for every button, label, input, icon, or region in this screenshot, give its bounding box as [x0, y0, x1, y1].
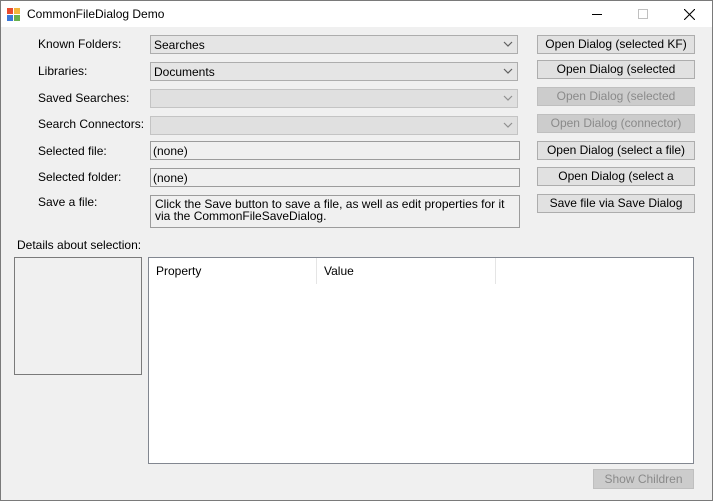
main-window: CommonFileDialog Demo Known Folders: Sea…: [0, 0, 713, 501]
minimize-icon: [592, 14, 602, 15]
close-button[interactable]: [666, 1, 712, 27]
libraries-combo[interactable]: Documents: [150, 62, 518, 81]
minimize-button[interactable]: [574, 1, 620, 27]
close-icon: [683, 8, 695, 20]
saved-searches-combo[interactable]: [150, 89, 518, 108]
search-connectors-label: Search Connectors:: [38, 117, 145, 131]
thumbnail-preview: [14, 257, 142, 375]
open-dialog-kf-button[interactable]: Open Dialog (selected KF): [537, 35, 695, 54]
selected-folder-label: Selected folder:: [38, 170, 122, 184]
save-file-label: Save a file:: [38, 195, 98, 209]
selected-folder-field: (none): [150, 168, 520, 187]
chevron-down-icon: [503, 122, 513, 128]
selected-file-field: (none): [150, 141, 520, 160]
known-folders-value: Searches: [154, 38, 205, 52]
libraries-value: Documents: [154, 65, 215, 79]
column-header-value[interactable]: Value: [317, 258, 496, 284]
search-connectors-combo[interactable]: [150, 116, 518, 135]
open-dialog-folder-button[interactable]: Open Dialog (select a: [537, 167, 695, 186]
libraries-label: Libraries:: [38, 64, 88, 78]
chevron-down-icon: [503, 68, 513, 74]
maximize-button[interactable]: [620, 1, 666, 27]
chevron-down-icon: [503, 95, 513, 101]
open-dialog-library-button[interactable]: Open Dialog (selected: [537, 60, 695, 79]
saved-searches-label: Saved Searches:: [38, 91, 130, 105]
save-file-button[interactable]: Save file via Save Dialog: [537, 194, 695, 213]
selected-folder-value: (none): [153, 171, 188, 185]
save-file-description-text: Click the Save button to save a file, as…: [155, 197, 505, 223]
app-icon: [7, 8, 20, 21]
save-file-description: Click the Save button to save a file, as…: [150, 195, 520, 228]
selected-file-label: Selected file:: [38, 144, 107, 158]
open-dialog-connector-button[interactable]: Open Dialog (connector): [537, 114, 695, 133]
chevron-down-icon: [503, 41, 513, 47]
maximize-icon: [638, 9, 648, 19]
known-folders-combo[interactable]: Searches: [150, 35, 518, 54]
column-header-property[interactable]: Property: [149, 258, 317, 284]
open-dialog-saved-search-button[interactable]: Open Dialog (selected: [537, 87, 695, 106]
properties-list[interactable]: Property Value: [148, 257, 694, 464]
open-dialog-file-button[interactable]: Open Dialog (select a file): [537, 141, 695, 160]
list-header: Property Value: [149, 258, 693, 284]
details-label: Details about selection:: [17, 238, 142, 252]
show-children-button[interactable]: Show Children: [593, 469, 694, 489]
window-title: CommonFileDialog Demo: [27, 7, 165, 21]
title-bar: CommonFileDialog Demo: [1, 1, 712, 27]
known-folders-label: Known Folders:: [38, 37, 122, 51]
selected-file-value: (none): [153, 144, 188, 158]
